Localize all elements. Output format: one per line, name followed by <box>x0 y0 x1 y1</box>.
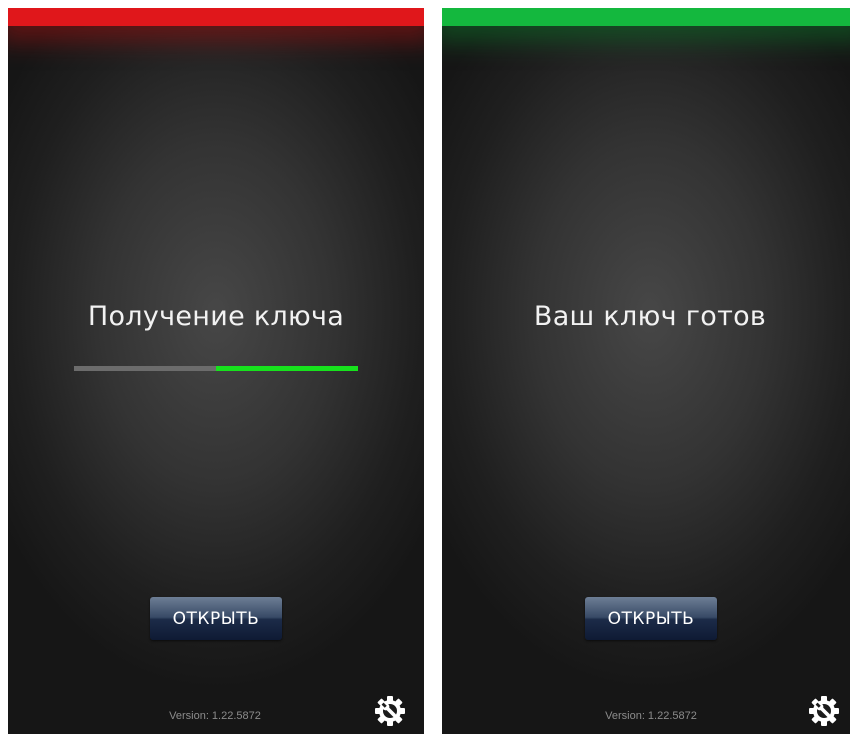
progress-bar <box>74 366 358 371</box>
settings-button[interactable] <box>807 694 841 728</box>
settings-button[interactable] <box>373 694 407 728</box>
version-label: Version: 1.22.5872 <box>169 710 261 722</box>
status-title: Получение ключа <box>87 301 345 332</box>
status-bar-red <box>8 8 424 26</box>
gear-wrench-icon <box>375 696 405 726</box>
status-title: Ваш ключ готов <box>533 301 767 332</box>
screen-key-ready: Ваш ключ готов ОТКРЫТЬ Version: 1.22.587… <box>442 8 850 734</box>
gear-wrench-icon <box>809 696 839 726</box>
progress-fill <box>216 366 358 371</box>
screen-getting-key: Получение ключа ОТКРЫТЬ Version: 1.22.58… <box>8 8 424 734</box>
version-label: Version: 1.22.5872 <box>605 710 697 722</box>
open-button[interactable]: ОТКРЫТЬ <box>150 597 282 640</box>
status-bar-green <box>442 8 850 26</box>
open-button[interactable]: ОТКРЫТЬ <box>585 597 717 640</box>
